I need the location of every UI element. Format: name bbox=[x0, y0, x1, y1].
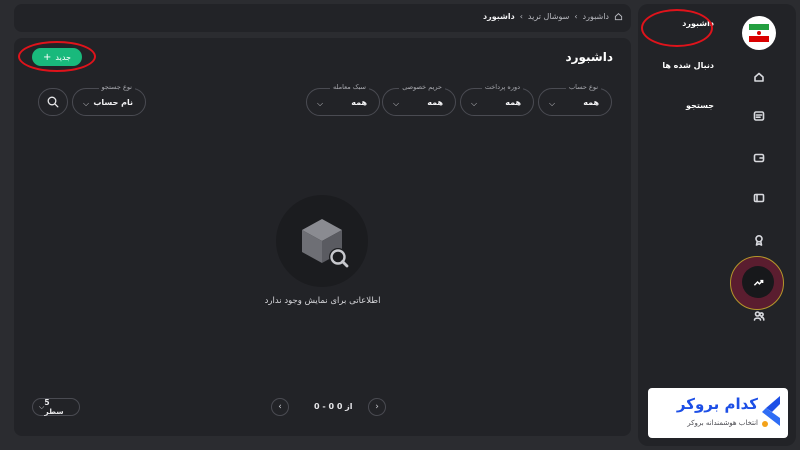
trading-style-select[interactable]: سبک معامله همه ⌵ bbox=[306, 83, 380, 116]
next-page-button[interactable]: ‹ bbox=[271, 398, 289, 416]
iran-flag-avatar[interactable] bbox=[742, 16, 776, 50]
breadcrumb-item[interactable]: سوشال ترید bbox=[528, 12, 569, 21]
breadcrumb-item[interactable]: داشبورد bbox=[583, 12, 609, 21]
select-value: همه bbox=[583, 98, 599, 107]
select-value: نام حساب bbox=[93, 98, 133, 107]
search-icon bbox=[47, 93, 59, 112]
prev-page-button[interactable]: › bbox=[368, 398, 386, 416]
chevron-down-icon: ⌵ bbox=[393, 99, 400, 108]
brand-tagline: انتخاب هوشمندانه بروکر bbox=[687, 419, 758, 427]
breadcrumb-current: داشبورد bbox=[483, 12, 515, 21]
brand-watermark: کدام بروکر انتخاب هوشمندانه بروکر bbox=[648, 388, 788, 438]
empty-box-search-icon bbox=[302, 219, 349, 268]
rows-per-page-value: 5 سطر bbox=[44, 398, 64, 416]
empty-state-illustration bbox=[276, 195, 368, 287]
search-type-select[interactable]: نوع جستجو نام حساب ⌵ bbox=[72, 83, 146, 116]
brand-name: کدام بروکر bbox=[676, 395, 758, 413]
sidebar-item-dashboard[interactable]: داشبورد bbox=[682, 19, 714, 28]
chevron-down-icon: ⌵ bbox=[83, 99, 90, 108]
privacy-select[interactable]: حریم خصوصی همه ⌵ bbox=[382, 83, 456, 116]
select-value: همه bbox=[351, 98, 367, 107]
select-label: حریم خصوصی bbox=[399, 83, 445, 91]
empty-state-message: اطلاعاتی برای نمایش وجود ندارد bbox=[264, 296, 381, 306]
sidebar-item-followed[interactable]: دنبال شده ها bbox=[662, 61, 714, 70]
ticket-icon[interactable] bbox=[751, 190, 767, 206]
brand-logo-icon bbox=[762, 396, 780, 427]
select-label: دوره پرداخت bbox=[481, 83, 523, 91]
payment-period-select[interactable]: دوره پرداخت همه ⌵ bbox=[460, 83, 534, 116]
wallet-icon[interactable] bbox=[751, 150, 767, 166]
rows-per-page-select[interactable]: ⌵ 5 سطر bbox=[32, 398, 80, 416]
select-label: نوع حساب bbox=[565, 83, 601, 91]
select-value: همه bbox=[505, 98, 521, 107]
account-type-select[interactable]: نوع حساب همه ⌵ bbox=[538, 83, 612, 116]
sidebar-item-search[interactable]: جستجو bbox=[686, 101, 714, 110]
select-label: نوع جستجو bbox=[98, 83, 135, 91]
award-icon[interactable] bbox=[751, 232, 767, 248]
main-card: داشبورد جدید + نوع حساب همه ⌵ دوره پرداخ… bbox=[14, 38, 631, 436]
breadcrumb-separator: › bbox=[574, 12, 578, 21]
message-icon[interactable] bbox=[751, 108, 767, 124]
chevron-down-icon: ⌵ bbox=[549, 99, 556, 108]
home-icon[interactable] bbox=[751, 69, 767, 85]
home-icon[interactable] bbox=[614, 12, 623, 21]
chevron-down-icon: ⌵ bbox=[317, 99, 324, 108]
breadcrumb-separator: › bbox=[519, 12, 523, 21]
search-button[interactable] bbox=[38, 88, 68, 116]
trending-up-icon[interactable] bbox=[742, 266, 774, 298]
select-value: همه bbox=[427, 98, 443, 107]
users-icon[interactable] bbox=[751, 308, 767, 324]
new-button[interactable]: جدید + bbox=[32, 48, 82, 66]
new-button-label: جدید bbox=[55, 52, 71, 62]
highlight-ring bbox=[641, 9, 713, 47]
plus-icon: + bbox=[43, 51, 52, 63]
breadcrumb: داشبورد › سوشال ترید › داشبورد bbox=[483, 12, 623, 21]
page-title: داشبورد bbox=[565, 50, 613, 64]
pagination-range: 0 - 0 از 0 bbox=[314, 402, 353, 411]
select-label: سبک معامله bbox=[329, 83, 369, 91]
breadcrumb-bar: داشبورد › سوشال ترید › داشبورد bbox=[14, 4, 631, 32]
chevron-down-icon: ⌵ bbox=[471, 99, 478, 108]
sidebar: داشبورد دنبال شده ها جستجو bbox=[638, 4, 796, 446]
